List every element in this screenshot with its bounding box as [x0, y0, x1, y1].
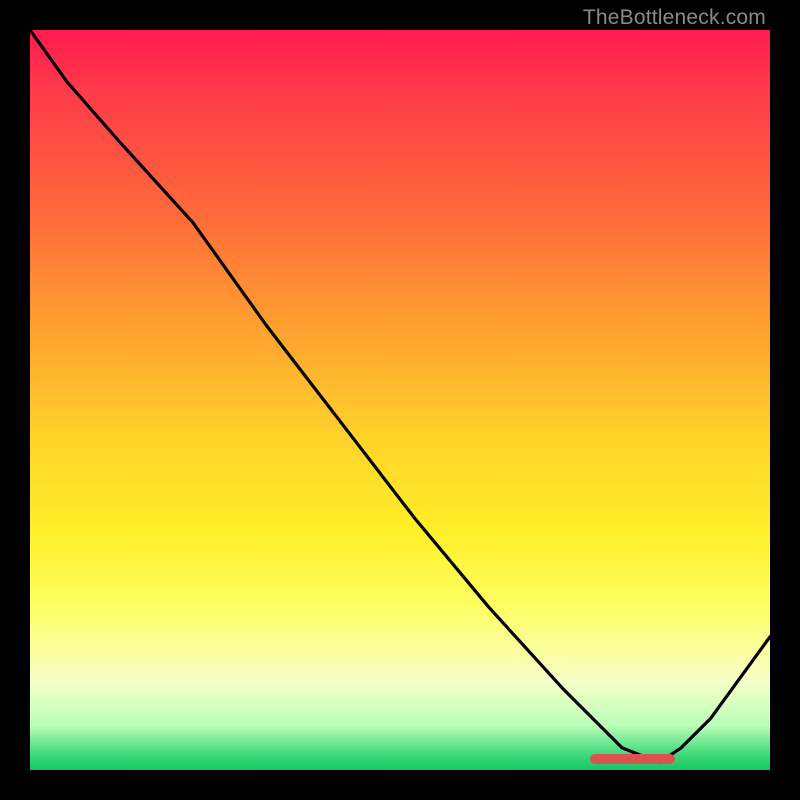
bottleneck-curve	[30, 30, 770, 770]
plot-area	[30, 30, 770, 770]
watermark-text: TheBottleneck.com	[583, 6, 766, 30]
chart-frame: TheBottleneck.com	[0, 0, 800, 800]
optimal-range-marker	[590, 754, 675, 764]
